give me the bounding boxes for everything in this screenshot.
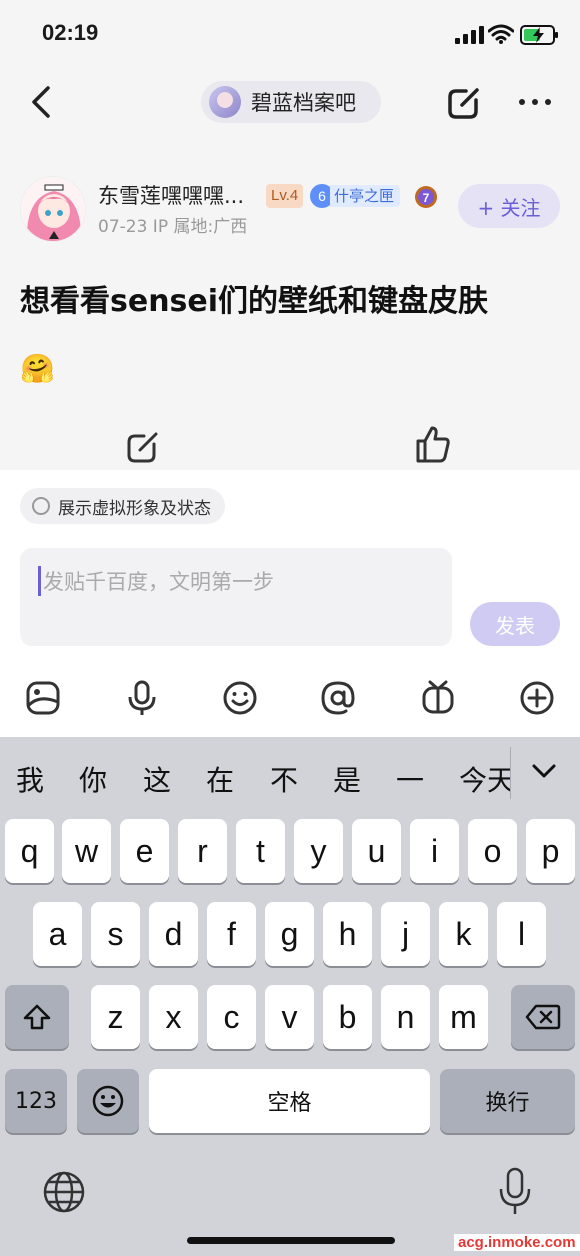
candidate-word[interactable]: 这 [143,759,171,799]
compose-icon[interactable] [446,83,484,121]
add-icon[interactable] [519,680,555,716]
key-g[interactable]: g [265,902,314,966]
post-emoji: 🤗 [20,352,55,385]
key-u[interactable]: u [352,819,401,883]
virtual-avatar-toggle[interactable]: 展示虚拟形象及状态 [20,488,225,524]
candidate-word[interactable]: 我 [16,759,44,799]
key-e[interactable]: e [120,819,169,883]
key-k[interactable]: k [439,902,488,966]
shift-key[interactable] [5,985,69,1049]
emoji-icon[interactable] [222,680,258,716]
status-bar: 02:19 [0,0,580,70]
key-q[interactable]: q [5,819,54,883]
level-badge: Lv.4 [266,184,304,208]
virtual-avatar-label: 展示虚拟形象及状态 [58,498,211,519]
key-f[interactable]: f [207,902,256,966]
image-picker-icon[interactable] [25,680,61,716]
candidate-word[interactable]: 一 [396,759,424,799]
candidate-word[interactable]: 今天 [459,759,510,799]
post-area: 02:19 碧蓝档案吧 东雪莲嘿嘿嘿... Lv.4 6 什亭之匣 7 07-2… [0,0,580,470]
chevron-down-icon[interactable] [530,759,558,783]
thumbs-up-icon[interactable] [415,425,451,463]
key-o[interactable]: o [468,819,517,883]
voice-icon[interactable] [124,680,160,716]
key-r[interactable]: r [178,819,227,883]
reply-panel: 展示虚拟形象及状态 发贴千百度，文明第一步 发表 [0,470,580,737]
key-a[interactable]: a [33,902,82,966]
text-caret [38,566,41,596]
more-icon[interactable] [518,92,552,112]
candidate-word[interactable]: 在 [206,759,234,799]
emoji-key[interactable] [77,1069,139,1133]
reply-input[interactable]: 发贴千百度，文明第一步 [20,548,452,646]
key-d[interactable]: d [149,902,198,966]
forum-chip[interactable]: 碧蓝档案吧 [201,81,381,123]
author-row: 东雪莲嘿嘿嘿... Lv.4 6 什亭之匣 7 07-23 IP 属地:广西 +… [0,172,580,248]
backspace-icon [525,1004,561,1030]
forum-avatar [209,86,241,118]
keyboard: 我 你 这 在 不 是 一 今天 q w e r t y u i o p a s… [0,737,580,1256]
return-key[interactable]: 换行 [440,1069,575,1133]
medal-number: 7 [423,191,430,205]
radio-icon [32,497,50,515]
key-l[interactable]: l [497,902,546,966]
cellular-signal-icon [455,26,484,44]
back-icon[interactable] [26,84,58,120]
key-p[interactable]: p [526,819,575,883]
backspace-key[interactable] [511,985,575,1049]
candidate-word[interactable]: 你 [79,759,107,799]
key-c[interactable]: c [207,985,256,1049]
key-s[interactable]: s [91,902,140,966]
key-h[interactable]: h [323,902,372,966]
emoji-keyboard-icon [92,1085,124,1117]
key-i[interactable]: i [410,819,459,883]
shift-icon [23,1004,51,1030]
key-b[interactable]: b [323,985,372,1049]
candidate-word[interactable]: 不 [270,759,298,799]
rank-name: 什亭之匣 [330,185,401,207]
key-x[interactable]: x [149,985,198,1049]
key-y[interactable]: y [294,819,343,883]
medal-icon: 7 [415,186,437,208]
reply-placeholder: 发贴千百度，文明第一步 [43,570,274,594]
post-meta: 07-23 IP 属地:广西 [98,217,248,237]
candidate-divider [510,747,511,799]
status-time: 02:19 [42,20,99,45]
share-icon[interactable] [126,428,162,464]
battery-charging-icon [520,25,558,45]
rank-badge: 6 什亭之匣 [310,184,401,208]
candidate-word[interactable]: 是 [333,759,361,799]
send-button[interactable]: 发表 [470,602,560,646]
globe-icon[interactable] [42,1170,86,1214]
nav-bar: 碧蓝档案吧 [0,70,580,134]
key-j[interactable]: j [381,902,430,966]
gift-icon[interactable] [420,680,456,716]
author-avatar[interactable] [20,176,86,242]
home-indicator [187,1237,395,1244]
key-t[interactable]: t [236,819,285,883]
numbers-key[interactable]: 123 [5,1069,67,1133]
author-name[interactable]: 东雪莲嘿嘿嘿... [98,180,244,210]
key-v[interactable]: v [265,985,314,1049]
wifi-icon [488,24,514,44]
key-z[interactable]: z [91,985,140,1049]
mention-icon[interactable] [320,680,356,716]
anime-avatar-image [21,177,85,241]
forum-name: 碧蓝档案吧 [251,91,356,115]
key-m[interactable]: m [439,985,488,1049]
reply-toolbar [0,674,580,724]
candidate-bar: 我 你 这 在 不 是 一 今天 [0,737,580,811]
follow-button[interactable]: + 关注 [458,184,560,228]
dictation-mic-icon[interactable] [498,1167,532,1217]
space-key[interactable]: 空格 [149,1069,430,1133]
key-w[interactable]: w [62,819,111,883]
watermark: acg.inmoke.com [454,1234,580,1251]
key-n[interactable]: n [381,985,430,1049]
post-title: 想看看sensei们的壁纸和键盘皮肤 [20,284,489,319]
